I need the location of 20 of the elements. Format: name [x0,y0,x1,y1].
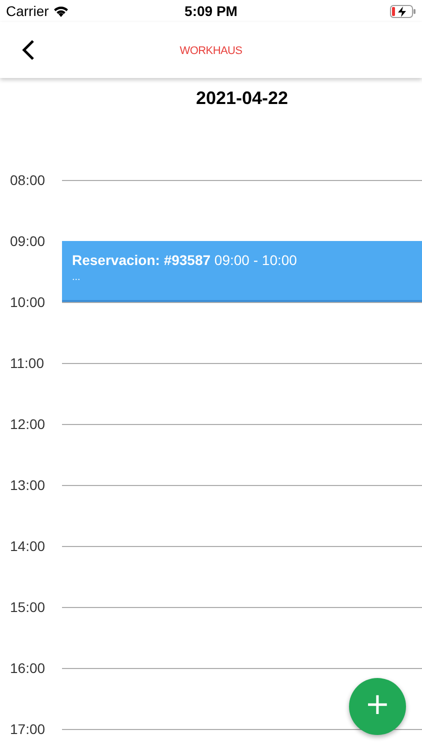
hour-label: 11:00 [9,355,45,371]
hour-label: 16:00 [9,660,46,676]
event-title: Reservacion: #93587 09:00 - 10:00 [72,252,298,268]
hour-label: 12:00 [9,416,46,432]
hour-label: 09:00 [9,233,46,249]
wifi-icon [52,5,69,17]
clock-time: 5:09 PM [184,3,238,19]
hour-label: 13:00 [9,477,46,493]
event-detail: ... [72,272,82,283]
battery-charging-icon [390,4,416,18]
hour-label: 15:00 [9,599,46,615]
carrier-label: Carrier [6,3,49,19]
event-block[interactable]: Reservacion: #93587 09:00 - 10:00 ... [62,241,422,302]
add-button[interactable]: + [349,678,406,735]
hour-label: 10:00 [9,294,46,310]
date-title: 2021-04-22 [196,88,288,110]
hour-label: 14:00 [9,538,46,554]
hour-label: 17:00 [9,721,46,737]
logo: WORKHAUS [180,45,242,57]
hour-label: 08:00 [9,172,46,188]
